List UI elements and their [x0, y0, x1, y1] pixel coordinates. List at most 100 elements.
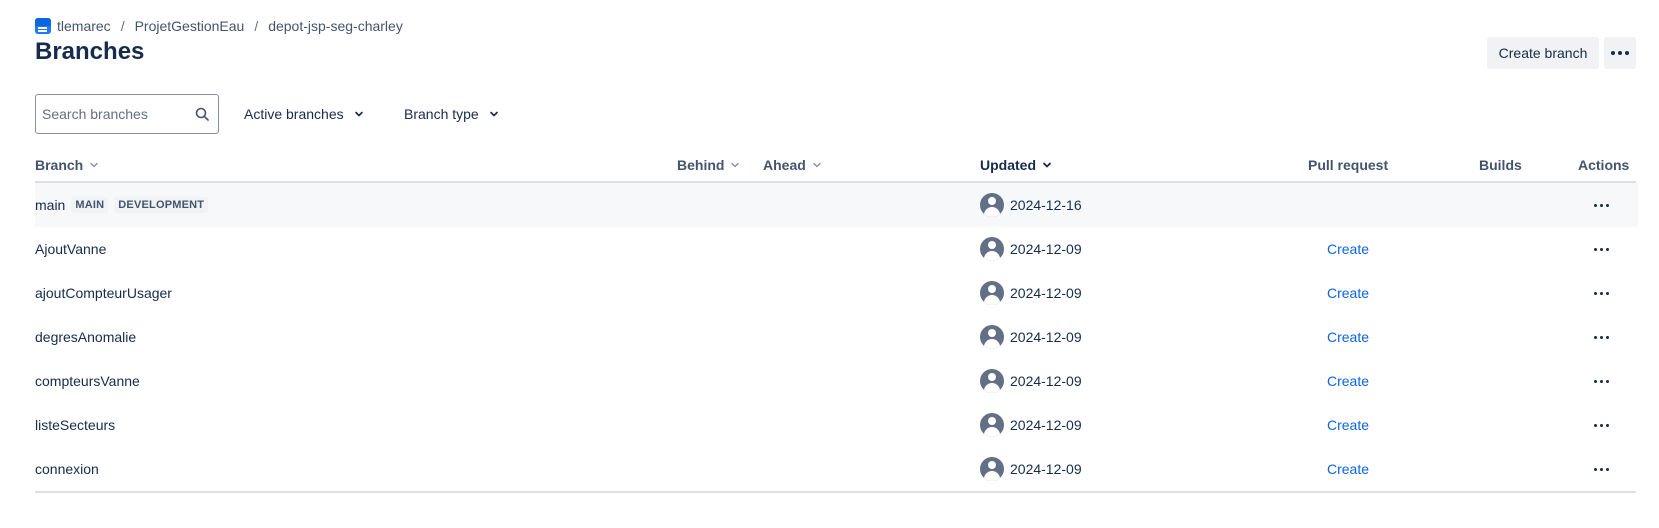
updated-cell: 2024-12-09 — [980, 359, 1082, 403]
create-branch-button[interactable]: Create branch — [1487, 37, 1599, 69]
avatar — [980, 457, 1004, 481]
breadcrumb-separator: / — [254, 18, 259, 34]
column-header-pull-request: Pull request — [1308, 156, 1388, 174]
breadcrumb: tlemarec / ProjetGestionEau / depot-jsp-… — [35, 16, 403, 36]
create-pull-request-link[interactable]: Create — [1327, 271, 1369, 315]
more-horizontal-icon — [1593, 335, 1609, 339]
branch-cell: AjoutVanne — [35, 227, 106, 271]
column-header-updated[interactable]: Updated — [980, 156, 1052, 174]
breadcrumb-workspace[interactable]: tlemarec — [57, 18, 111, 34]
table-row[interactable]: AjoutVanne 2024-12-09 Create — [35, 227, 1638, 271]
branch-name-link[interactable]: ajoutCompteurUsager — [35, 285, 172, 301]
row-actions-button[interactable] — [1589, 457, 1613, 481]
branch-name-link[interactable]: AjoutVanne — [35, 241, 106, 257]
updated-date: 2024-12-09 — [1010, 285, 1082, 301]
branch-lozenge-development: DEVELOPMENT — [114, 197, 209, 213]
avatar — [980, 193, 1004, 217]
column-header-ahead[interactable]: Ahead — [763, 156, 822, 174]
breadcrumb-separator: / — [120, 18, 125, 34]
search-input[interactable] — [42, 106, 187, 122]
search-field[interactable] — [35, 94, 219, 134]
updated-date: 2024-12-09 — [1010, 241, 1082, 257]
more-horizontal-icon — [1611, 51, 1629, 55]
branch-cell: listeSecteurs — [35, 403, 115, 447]
chevron-down-icon — [813, 162, 821, 168]
row-actions-button[interactable] — [1589, 193, 1613, 217]
create-pull-request-link[interactable]: Create — [1327, 403, 1369, 447]
branch-name-link[interactable]: listeSecteurs — [35, 417, 115, 433]
table-row[interactable]: connexion 2024-12-09 Create — [35, 447, 1638, 491]
table-bottom-divider — [35, 491, 1636, 493]
branch-cell: main MAIN DEVELOPMENT — [35, 183, 209, 227]
sort-descending-icon — [1043, 162, 1051, 168]
column-header-actions: Actions — [1578, 156, 1629, 174]
column-header-label: Branch — [35, 157, 84, 173]
create-pull-request-link[interactable]: Create — [1327, 315, 1369, 359]
branch-name-link[interactable]: degresAnomalie — [35, 329, 136, 345]
avatar — [980, 369, 1004, 393]
column-header-label: Behind — [677, 157, 725, 173]
updated-cell: 2024-12-16 — [980, 183, 1082, 227]
create-pull-request-link[interactable]: Create — [1327, 227, 1369, 271]
more-horizontal-icon — [1593, 467, 1609, 471]
column-header-builds: Builds — [1479, 156, 1522, 174]
row-actions-button[interactable] — [1589, 237, 1613, 261]
more-actions-button[interactable] — [1604, 37, 1636, 69]
avatar — [980, 281, 1004, 305]
branch-type-label: Branch type — [404, 106, 479, 122]
chevron-down-icon — [489, 111, 498, 117]
branch-name-link[interactable]: connexion — [35, 461, 99, 477]
branch-cell: ajoutCompteurUsager — [35, 271, 172, 315]
branch-cell: connexion — [35, 447, 99, 491]
updated-cell: 2024-12-09 — [980, 271, 1082, 315]
table-row[interactable]: compteursVanne 2024-12-09 Create — [35, 359, 1638, 403]
more-horizontal-icon — [1593, 203, 1609, 207]
updated-date: 2024-12-09 — [1010, 329, 1082, 345]
table-row[interactable]: listeSecteurs 2024-12-09 Create — [35, 403, 1638, 447]
column-header-label: Builds — [1479, 157, 1522, 173]
chevron-down-icon — [731, 162, 740, 168]
branch-name-link[interactable]: main — [35, 197, 65, 213]
row-actions-button[interactable] — [1589, 413, 1613, 437]
page-title: Branches — [35, 38, 145, 65]
more-horizontal-icon — [1593, 247, 1609, 251]
chevron-down-icon — [354, 111, 363, 117]
updated-date: 2024-12-09 — [1010, 373, 1082, 389]
column-header-behind[interactable]: Behind — [677, 156, 740, 174]
updated-cell: 2024-12-09 — [980, 315, 1082, 359]
updated-date: 2024-12-09 — [1010, 461, 1082, 477]
column-header-label: Updated — [980, 157, 1036, 173]
branch-cell: degresAnomalie — [35, 315, 136, 359]
table-row[interactable]: ajoutCompteurUsager 2024-12-09 Create — [35, 271, 1638, 315]
create-pull-request-link[interactable]: Create — [1327, 447, 1369, 491]
updated-date: 2024-12-16 — [1010, 197, 1082, 213]
breadcrumb-repository[interactable]: depot-jsp-seg-charley — [268, 18, 403, 34]
more-horizontal-icon — [1593, 291, 1609, 295]
row-actions-button[interactable] — [1589, 281, 1613, 305]
column-header-label: Actions — [1578, 157, 1630, 173]
table-row[interactable]: degresAnomalie 2024-12-09 Create — [35, 315, 1638, 359]
repository-icon — [35, 18, 51, 34]
more-horizontal-icon — [1593, 379, 1609, 383]
active-branches-label: Active branches — [244, 106, 344, 122]
row-actions-button[interactable] — [1589, 325, 1613, 349]
branch-type-dropdown[interactable]: Branch type — [404, 102, 499, 126]
updated-cell: 2024-12-09 — [980, 447, 1082, 491]
create-pull-request-link[interactable]: Create — [1327, 359, 1369, 403]
branch-name-link[interactable]: compteursVanne — [35, 373, 140, 389]
updated-date: 2024-12-09 — [1010, 417, 1082, 433]
chevron-down-icon — [90, 162, 98, 168]
table-row[interactable]: main MAIN DEVELOPMENT 2024-12-16 — [35, 183, 1638, 227]
avatar — [980, 325, 1004, 349]
active-branches-dropdown[interactable]: Active branches — [244, 102, 364, 126]
row-actions-button[interactable] — [1589, 369, 1613, 393]
column-header-label: Pull request — [1308, 157, 1389, 173]
updated-cell: 2024-12-09 — [980, 403, 1082, 447]
avatar — [980, 413, 1004, 437]
column-header-branch[interactable]: Branch — [35, 156, 99, 174]
search-icon — [195, 107, 209, 121]
branch-lozenge-main: MAIN — [71, 197, 109, 213]
branch-cell: compteursVanne — [35, 359, 140, 403]
breadcrumb-project[interactable]: ProjetGestionEau — [135, 18, 245, 34]
updated-cell: 2024-12-09 — [980, 227, 1082, 271]
